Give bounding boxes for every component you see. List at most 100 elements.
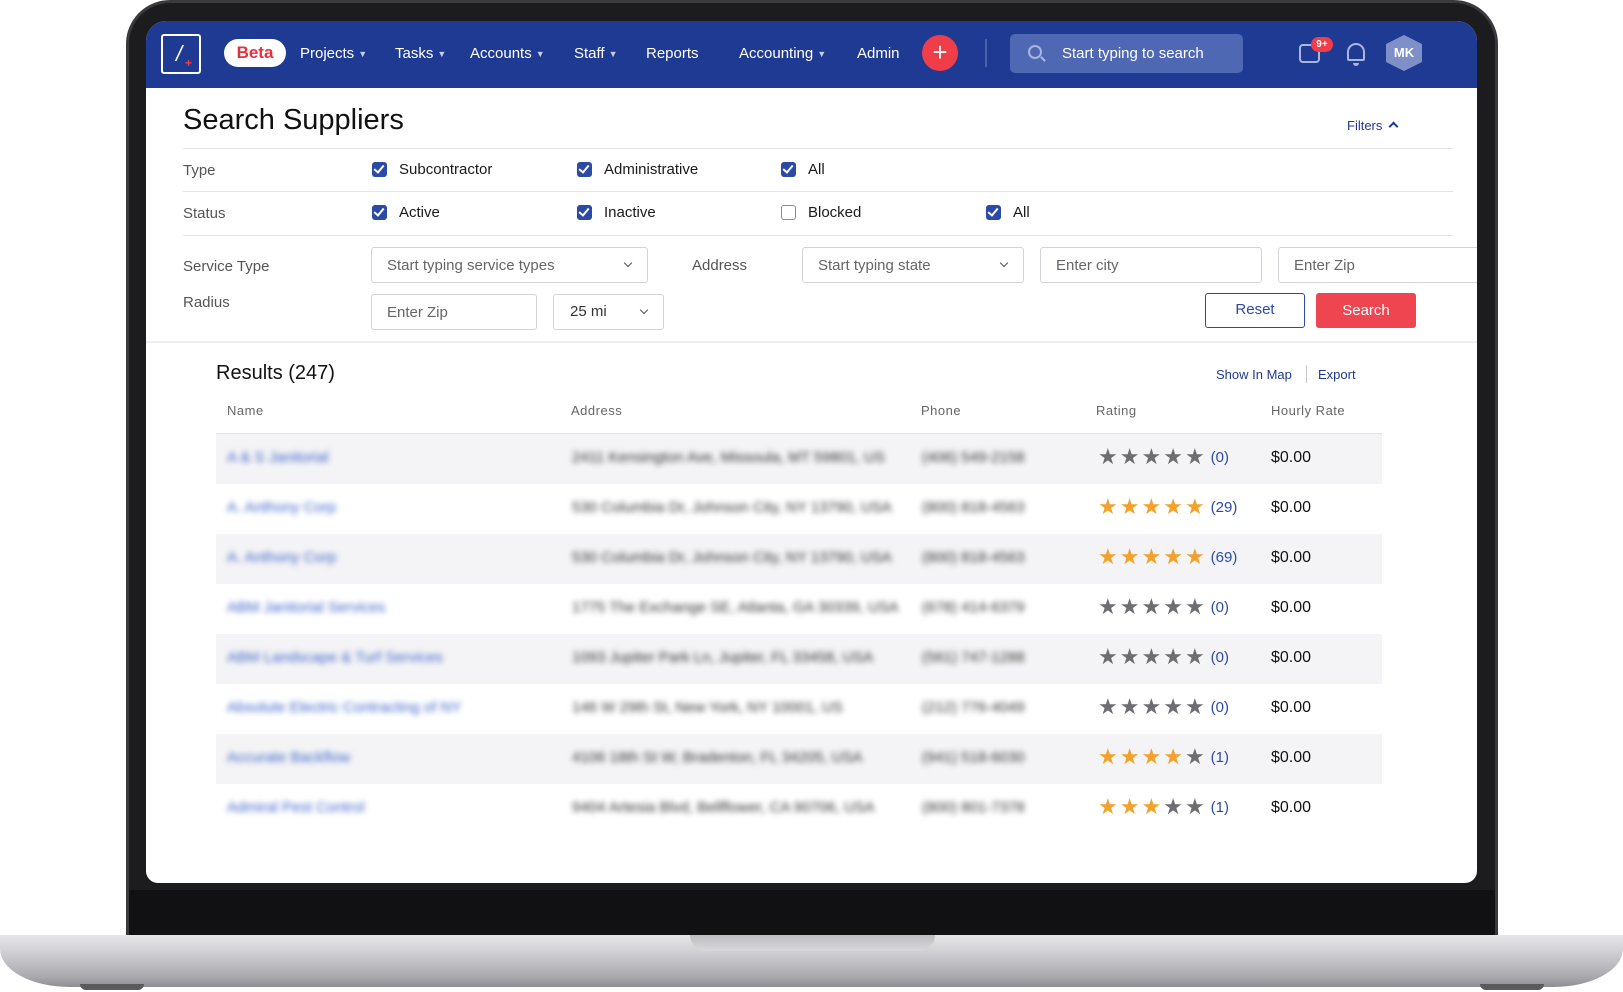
- nav-projects[interactable]: Projects ▼: [300, 43, 367, 65]
- hourly-rate: $0.00: [1271, 799, 1312, 816]
- star-filled-icon: ★: [1163, 494, 1183, 519]
- laptop-foot-left: [80, 984, 144, 990]
- nav-accounting[interactable]: Accounting ▼: [739, 43, 826, 65]
- logo[interactable]: / +: [161, 34, 201, 74]
- supplier-phone: (561) 747-1288: [922, 649, 1025, 666]
- status-blocked-checkbox[interactable]: Blocked: [781, 204, 861, 222]
- supplier-name-link[interactable]: Absolute Electric Contracting of NY: [227, 699, 461, 716]
- star-filled-icon: ★: [1163, 544, 1183, 569]
- radius-zip-field[interactable]: [371, 294, 537, 330]
- table-row[interactable]: A. Anthony Corp 530 Columbia Dr, Johnson …: [216, 484, 1382, 534]
- city-input[interactable]: [1041, 248, 1261, 282]
- bell-icon[interactable]: [1347, 43, 1365, 66]
- table-row[interactable]: ABM Janitorial Services 1775 The Exchange…: [216, 584, 1382, 634]
- radius-label: Radius: [183, 294, 230, 311]
- supplier-address: 146 W 29th St, New York, NY 10001, US: [572, 699, 843, 716]
- supplier-address: 1775 The Exchange SE, Atlanta, GA 30339,…: [572, 599, 899, 616]
- rating-count-link[interactable]: (0): [1211, 649, 1229, 666]
- table-row[interactable]: Admiral Pest Control 9404 Artesia Blvd, B…: [216, 784, 1382, 834]
- avatar[interactable]: MK: [1386, 35, 1422, 71]
- checkbox-unchecked-icon: [781, 205, 796, 220]
- supplier-name-link[interactable]: Admiral Pest Control: [227, 799, 365, 816]
- checkbox-checked-icon: [372, 162, 387, 177]
- reset-button[interactable]: Reset: [1205, 293, 1305, 328]
- supplier-name-link[interactable]: A. Anthony Corp: [227, 549, 336, 566]
- nav-projects-label: Projects: [300, 45, 355, 62]
- rating-count-link[interactable]: (29): [1211, 499, 1238, 516]
- search-button[interactable]: Search: [1316, 293, 1416, 328]
- star-filled-icon: ★: [1119, 794, 1140, 819]
- show-in-map-link[interactable]: Show In Map: [1216, 367, 1292, 382]
- state-select[interactable]: [802, 247, 1024, 283]
- star-filled-icon: ★: [1141, 544, 1162, 569]
- table-row[interactable]: A & S Janitorial 2411 Kensington Ave, Mis…: [216, 434, 1382, 484]
- rating-count-link[interactable]: (1): [1211, 799, 1229, 816]
- chevron-down-icon: [639, 305, 649, 315]
- divider: [183, 148, 1453, 149]
- nav-staff[interactable]: Staff ▼: [574, 43, 618, 65]
- global-search-input[interactable]: [1062, 34, 1237, 73]
- zip-field[interactable]: [1278, 247, 1477, 283]
- export-link[interactable]: Export: [1318, 367, 1356, 382]
- supplier-phone: (800) 818-4563: [922, 499, 1025, 516]
- service-type-select[interactable]: [371, 247, 648, 283]
- supplier-phone: (212) 776-4049: [922, 699, 1025, 716]
- status-inactive-checkbox[interactable]: Inactive: [577, 204, 656, 222]
- service-type-input[interactable]: [372, 248, 647, 282]
- filters-toggle[interactable]: Filters: [1347, 118, 1399, 133]
- table-row[interactable]: Absolute Electric Contracting of NY 146 W…: [216, 684, 1382, 734]
- supplier-name-link[interactable]: ABM Landscape & Turf Services: [227, 649, 443, 666]
- rating-count-link[interactable]: (1): [1211, 749, 1229, 766]
- city-field[interactable]: [1040, 247, 1262, 283]
- hourly-rate: $0.00: [1271, 649, 1312, 666]
- status-all-checkbox[interactable]: All: [986, 204, 1030, 222]
- radius-select[interactable]: 25 mi: [553, 294, 664, 330]
- rating-count-link[interactable]: (0): [1211, 699, 1229, 716]
- star-empty-icon: ★: [1141, 644, 1162, 669]
- state-input[interactable]: [803, 248, 1023, 282]
- type-subcontractor-checkbox[interactable]: Subcontractor: [372, 161, 492, 179]
- column-header-phone[interactable]: Phone: [921, 403, 961, 418]
- column-header-address[interactable]: Address: [571, 403, 622, 418]
- column-header-rating[interactable]: Rating: [1096, 403, 1137, 418]
- star-empty-icon: ★: [1119, 694, 1140, 719]
- supplier-name-link[interactable]: Accurate Backflow: [227, 749, 350, 766]
- supplier-name-link[interactable]: A & S Janitorial: [227, 449, 329, 466]
- checkbox-label: Active: [399, 204, 440, 221]
- rating-count-link[interactable]: (0): [1211, 599, 1229, 616]
- supplier-name-link[interactable]: A. Anthony Corp: [227, 499, 336, 516]
- star-empty-icon: ★: [1184, 744, 1205, 769]
- nav-reports-label: Reports: [646, 45, 699, 62]
- rating-stars: ★★★★★ (1): [1098, 794, 1229, 820]
- star-empty-icon: ★: [1184, 794, 1205, 819]
- star-empty-icon: ★: [1141, 694, 1162, 719]
- checkbox-label: All: [808, 161, 825, 178]
- star-empty-icon: ★: [1098, 694, 1118, 719]
- table-row[interactable]: ABM Landscape & Turf Services 1093 Jupite…: [216, 634, 1382, 684]
- nav-reports[interactable]: Reports: [646, 43, 699, 65]
- supplier-phone: (800) 801-7378: [922, 799, 1025, 816]
- nav-accounts[interactable]: Accounts ▼: [470, 43, 545, 65]
- zip-input[interactable]: [1279, 248, 1477, 282]
- radius-zip-input[interactable]: [372, 295, 536, 329]
- status-active-checkbox[interactable]: Active: [372, 204, 440, 222]
- column-header-hourly-rate[interactable]: Hourly Rate: [1271, 403, 1345, 418]
- nav-accounting-label: Accounting: [739, 45, 814, 62]
- type-administrative-checkbox[interactable]: Administrative: [577, 161, 698, 179]
- star-empty-icon: ★: [1141, 444, 1162, 469]
- chevron-down-icon: ▼: [437, 49, 447, 60]
- star-filled-icon: ★: [1098, 744, 1118, 769]
- rating-count-link[interactable]: (0): [1211, 449, 1229, 466]
- table-row[interactable]: Accurate Backflow 4106 18th St W, Bradent…: [216, 734, 1382, 784]
- add-new-button[interactable]: +: [922, 35, 958, 71]
- rating-count-link[interactable]: (69): [1211, 549, 1238, 566]
- nav-accounts-label: Accounts: [470, 45, 532, 62]
- rating-stars: ★★★★★ (0): [1098, 444, 1229, 470]
- supplier-name-link[interactable]: ABM Janitorial Services: [227, 599, 385, 616]
- type-all-checkbox[interactable]: All: [781, 161, 825, 179]
- nav-admin[interactable]: Admin: [857, 43, 900, 65]
- column-header-name[interactable]: Name: [227, 403, 264, 418]
- global-search: [1010, 34, 1243, 73]
- nav-tasks[interactable]: Tasks ▼: [395, 43, 446, 65]
- table-row[interactable]: A. Anthony Corp 530 Columbia Dr, Johnson …: [216, 534, 1382, 584]
